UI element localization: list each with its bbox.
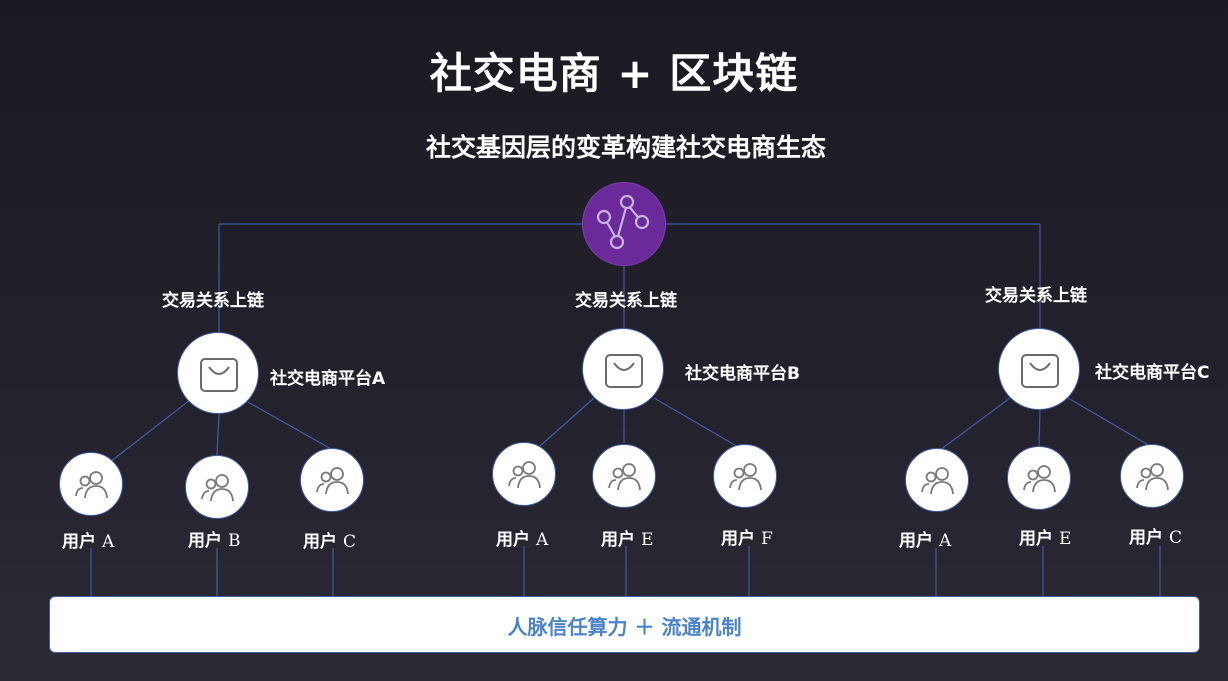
users-icon xyxy=(608,463,641,491)
platform-c-node xyxy=(998,328,1080,410)
user-node-c-1 xyxy=(905,448,969,512)
blockchain-hub xyxy=(582,182,666,266)
shopping-bag-icon xyxy=(200,358,238,392)
user-label-a-2: 用户 B xyxy=(188,531,241,551)
user-label-a-3: 用户 C xyxy=(303,532,357,552)
edge-b-user3 xyxy=(653,397,741,449)
foundation-bar: 人脉信任算力 ＋ 流通机制 xyxy=(49,596,1200,653)
edge-b-user1 xyxy=(539,397,595,447)
user-node-c-3 xyxy=(1120,444,1184,508)
shopping-bag-icon xyxy=(605,354,643,388)
platform-b-node xyxy=(582,328,664,410)
platform-b-label: 社交电商平台B xyxy=(685,364,800,384)
edge-c-user2 xyxy=(1038,409,1041,448)
shopping-bag-icon xyxy=(1021,354,1059,388)
user-label-c-3: 用户 C xyxy=(1129,528,1183,548)
user-node-a-2 xyxy=(185,455,249,519)
user-node-a-1 xyxy=(59,452,123,516)
edge-a-user1 xyxy=(109,399,191,463)
user-node-b-3 xyxy=(713,444,777,508)
branch-c-chain-label: 交易关系上链 xyxy=(985,286,1087,306)
user-label-b-3: 用户 F xyxy=(721,529,773,549)
users-icon xyxy=(316,467,349,495)
edge-a-user3 xyxy=(247,401,334,451)
edge-a-user2 xyxy=(216,413,220,456)
edge-c-user1 xyxy=(939,397,1011,451)
user-label-c-1: 用户 A xyxy=(899,531,952,551)
edge-c-user3 xyxy=(1067,397,1151,447)
users-icon xyxy=(508,461,541,489)
users-icon xyxy=(1023,465,1056,493)
users-icon xyxy=(921,467,954,495)
users-icon xyxy=(201,474,234,502)
users-icon xyxy=(729,463,762,491)
users-icon xyxy=(1136,463,1169,491)
branch-a-chain-label: 交易关系上链 xyxy=(162,291,264,311)
user-node-c-2 xyxy=(1007,446,1071,510)
platform-a-node xyxy=(177,332,259,414)
user-node-b-2 xyxy=(592,444,656,508)
platform-c-label: 社交电商平台C xyxy=(1095,363,1210,383)
foundation-bar-label: 人脉信任算力 ＋ 流通机制 xyxy=(507,615,742,639)
platform-a-label: 社交电商平台A xyxy=(270,369,386,389)
user-label-a-1: 用户 A xyxy=(62,532,115,552)
user-node-a-3 xyxy=(300,448,364,512)
user-label-c-2: 用户 E xyxy=(1019,529,1072,549)
branch-b-chain-label: 交易关系上链 xyxy=(575,291,677,311)
user-label-b-1: 用户 A xyxy=(496,530,549,550)
users-icon xyxy=(75,471,108,499)
user-node-b-1 xyxy=(492,442,556,506)
user-label-b-2: 用户 E xyxy=(601,530,654,550)
blockchain-network-icon xyxy=(596,194,650,250)
